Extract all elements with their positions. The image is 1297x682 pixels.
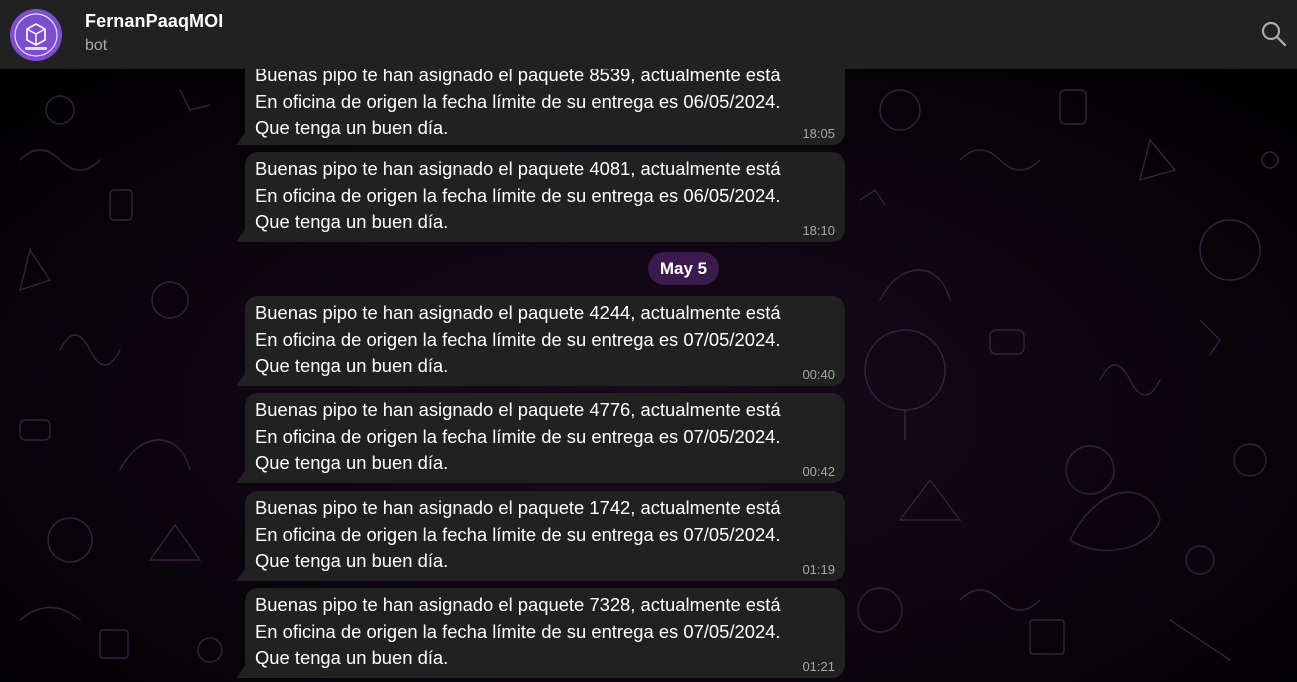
bot-avatar[interactable] [10,9,62,61]
message-text-line: En oficina de origen la fecha límite de … [255,184,781,206]
message-bubble[interactable]: Buenas pipo te han asignado el paquete 4… [245,152,845,242]
message-text-line: Que tenga un buen día. [255,355,449,376]
message-text-line: En oficina de origen la fecha límite de … [255,328,781,350]
message-text-line: Que tenga un buen día. [255,647,449,668]
message-bubble[interactable]: Buenas pipo te han asignado el paquete 8… [245,69,845,145]
date-separator[interactable]: May 5 [648,252,719,285]
message-text-line: En oficina de origen la fecha límite de … [255,523,781,545]
message-time: 00:40 [802,367,835,382]
message-text-line: En oficina de origen la fecha límite de … [255,425,781,447]
package-robot-icon [10,9,62,61]
message-bubble[interactable]: Buenas pipo te han asignado el paquete 7… [245,588,845,678]
message-time: 01:19 [802,562,835,577]
message-text-line: En oficina de origen la fecha límite de … [255,90,781,112]
message-text-line: Que tenga un buen día. [255,550,449,571]
message-bubble[interactable]: Buenas pipo te han asignado el paquete 4… [245,296,845,386]
message-text-line: Que tenga un buen día. [255,117,449,138]
search-button[interactable] [1259,19,1289,49]
chat-header: FernanPaaqMOI bot [0,0,1297,69]
message-time: 01:21 [802,659,835,674]
message-time: 00:42 [802,464,835,479]
message-bubble[interactable]: Buenas pipo te han asignado el paquete 4… [245,393,845,483]
message-text-line: Buenas pipo te han asignado el paquete 4… [255,158,781,179]
message-time: 18:05 [802,126,835,141]
search-icon [1261,21,1287,47]
chat-title[interactable]: FernanPaaqMOI [85,11,223,32]
message-text-line: Buenas pipo te han asignado el paquete 4… [255,302,781,323]
message-text-line: Buenas pipo te han asignado el paquete 7… [255,594,781,615]
message-text-line: Que tenga un buen día. [255,452,449,473]
chat-subtitle: bot [85,37,108,54]
message-text-line: Buenas pipo te han asignado el paquete 4… [255,399,781,420]
message-text-line: Que tenga un buen día. [255,211,449,232]
message-text-line: En oficina de origen la fecha límite de … [255,620,781,642]
message-bubble[interactable]: Buenas pipo te han asignado el paquete 1… [245,491,845,581]
message-text-line: Buenas pipo te han asignado el paquete 1… [255,497,781,518]
chat-window: FernanPaaqMOI bot Buenas pipo te han asi… [0,0,1297,682]
message-text-line: Buenas pipo te han asignado el paquete 8… [255,69,781,85]
message-time: 18:10 [802,223,835,238]
message-list[interactable]: Buenas pipo te han asignado el paquete 8… [0,69,1297,682]
